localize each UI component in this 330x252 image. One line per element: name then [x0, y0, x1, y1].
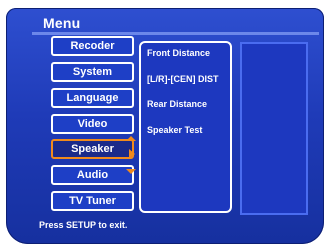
arrow-up-icon[interactable]	[126, 136, 136, 141]
menu-item-speaker[interactable]: Speaker	[51, 139, 134, 159]
submenu-item-speaker-test[interactable]: Speaker Test	[147, 125, 202, 135]
osd-screen: Menu Recoder System Language Video Speak…	[0, 0, 330, 252]
menu-item-audio[interactable]: Audio	[51, 165, 134, 185]
arrow-right-icon[interactable]	[129, 149, 135, 159]
submenu-item-front-distance[interactable]: Front Distance	[147, 48, 210, 58]
preview-panel	[240, 42, 308, 215]
submenu-item-lr-cen-dist[interactable]: [L/R]-[CEN] DIST	[147, 74, 219, 84]
menu-item-language[interactable]: Language	[51, 88, 134, 108]
arrow-down-icon[interactable]	[126, 169, 136, 174]
menu-panel: Menu Recoder System Language Video Speak…	[6, 8, 324, 244]
footer-hint: Press SETUP to exit.	[39, 220, 128, 230]
title-divider	[32, 32, 319, 35]
menu-title: Menu	[43, 15, 81, 31]
menu-item-tv-tuner[interactable]: TV Tuner	[51, 191, 134, 211]
menu-item-video[interactable]: Video	[51, 114, 134, 134]
menu-item-system[interactable]: System	[51, 62, 134, 82]
submenu-item-rear-distance[interactable]: Rear Distance	[147, 99, 207, 109]
submenu-panel: Front Distance [L/R]-[CEN] DIST Rear Dis…	[139, 41, 232, 213]
menu-item-recoder[interactable]: Recoder	[51, 36, 134, 56]
